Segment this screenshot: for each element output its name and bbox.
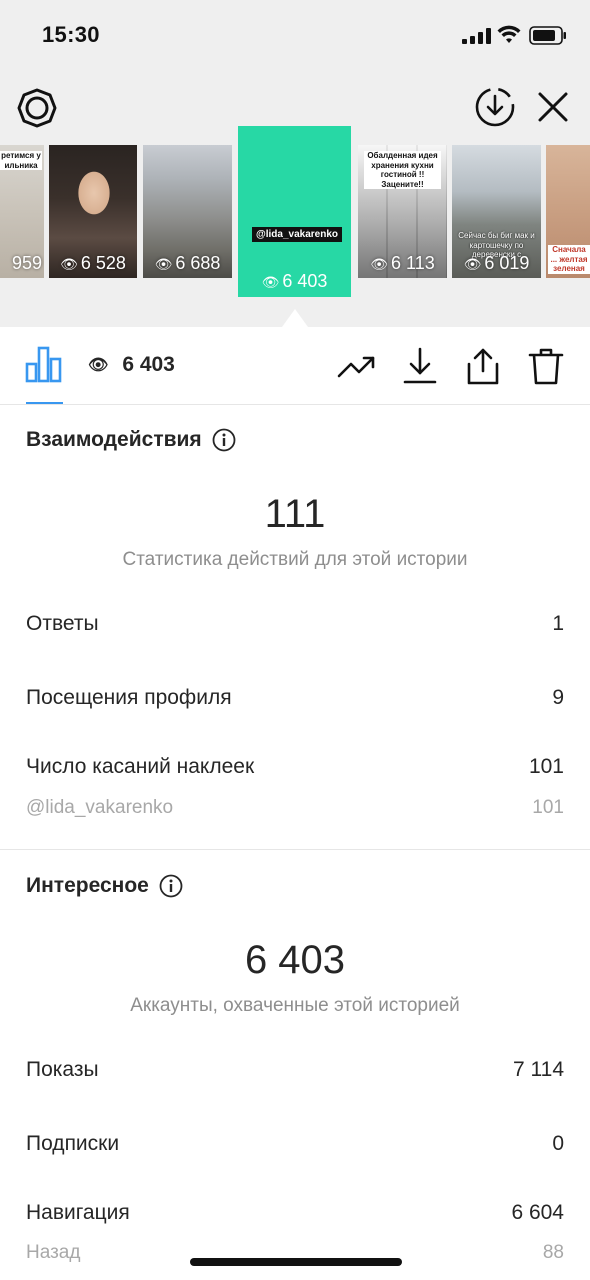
story-thumbnail[interactable]: Обалденная идея хранения кухни гостиной …: [358, 145, 447, 278]
stat-label: Число касаний наклеек: [26, 755, 255, 778]
battery-icon: [529, 26, 566, 45]
download-icon: [403, 347, 437, 384]
interactions-heading: Взаимодействия: [26, 428, 202, 451]
story-thumbnail[interactable]: Сейчас бы биг мак и картошечку по дереве…: [452, 145, 541, 278]
stat-value: 101: [532, 797, 564, 818]
info-icon[interactable]: [159, 874, 183, 898]
story-views: 6 019: [484, 253, 530, 273]
download-circle-icon: [475, 87, 515, 127]
stat-value: 6 604: [511, 1201, 564, 1224]
story-thumbnail[interactable]: Сначала ... желтая зеленая: [546, 145, 590, 278]
close-icon: [538, 92, 568, 122]
stat-row-sticker-taps: Число касаний наклеек 101: [26, 755, 564, 779]
promote-button[interactable]: [336, 345, 378, 387]
story-caption: ретимся у ильника: [0, 151, 42, 171]
views-count: 6 403: [122, 353, 175, 376]
story-views: 6 528: [80, 253, 126, 273]
bar-chart-icon: [25, 346, 62, 383]
download-button[interactable]: [399, 345, 441, 387]
insights-toolbar: 👁 6 403: [0, 327, 590, 405]
story-views: 6 688: [175, 253, 221, 273]
interactions-total: 111: [264, 492, 326, 536]
discovery-title: Интересное: [26, 874, 183, 898]
story-views: 6 403: [282, 271, 328, 291]
close-button[interactable]: [532, 86, 574, 128]
eye-icon: 👁: [370, 256, 389, 272]
section-divider: [0, 849, 590, 850]
stat-row-replies: Ответы 1: [26, 612, 564, 636]
eye-icon: 👁: [154, 256, 173, 272]
interactions-title: Взаимодействия: [26, 428, 236, 452]
stat-value: 0: [552, 1132, 564, 1155]
story-views: 6 113: [391, 253, 435, 273]
settings-icon: [17, 88, 57, 128]
story-thumbnail[interactable]: 👁 6 528: [49, 145, 137, 278]
stat-row-profile-visits: Посещения профиля 9: [26, 686, 564, 710]
stat-value: 9: [552, 686, 564, 709]
eye-icon: 👁: [463, 256, 482, 272]
wifi-icon: [497, 25, 521, 43]
stat-label: Подписки: [26, 1132, 120, 1155]
status-bar: 15:30: [0, 0, 590, 70]
trash-icon: [528, 348, 564, 385]
stat-value: 7 114: [513, 1058, 564, 1081]
discovery-heading: Интересное: [26, 874, 149, 897]
settings-button[interactable]: [15, 86, 59, 130]
stat-row-impressions: Показы 7 114: [26, 1058, 564, 1082]
eye-icon: 👁: [88, 357, 109, 374]
info-icon[interactable]: [212, 428, 236, 452]
story-thumbnail[interactable]: ретимся у ильника 959: [0, 145, 44, 278]
eye-icon: 👁: [60, 256, 78, 272]
eye-icon: 👁: [261, 274, 280, 290]
stat-row-navigation: Навигация 6 604: [26, 1201, 564, 1225]
stat-label: Назад: [26, 1242, 81, 1263]
stat-value: 101: [528, 755, 564, 778]
home-indicator[interactable]: [190, 1258, 402, 1266]
stat-row-follows: Подписки 0: [26, 1132, 564, 1156]
story-thumbnail[interactable]: 👁 6 688: [143, 145, 232, 278]
stat-label: Посещения профиля: [26, 686, 232, 709]
share-icon: [467, 348, 499, 385]
story-caption: Сначала ... желтая зеленая: [548, 245, 590, 274]
tab-insights[interactable]: [24, 344, 64, 384]
stat-subrow-mention: @lida_vakarenko 101: [26, 797, 564, 819]
share-button[interactable]: [462, 345, 504, 387]
discovery-total: 6 403: [244, 938, 346, 982]
active-story-pointer: [282, 309, 308, 327]
discovery-subtitle: Аккаунты, охваченные этой историей: [130, 995, 460, 1016]
delete-button[interactable]: [525, 345, 567, 387]
stat-label: Навигация: [26, 1201, 130, 1224]
signal-icon: [462, 28, 491, 44]
story-views: 959: [11, 253, 42, 273]
stat-label: @lida_vakarenko: [26, 797, 174, 818]
status-time: 15:30: [42, 22, 100, 47]
stat-value: 88: [542, 1242, 564, 1263]
stat-label: Ответы: [26, 612, 99, 635]
save-story-button[interactable]: [472, 84, 518, 130]
tab-underline: [26, 402, 63, 404]
story-caption: @lida_vakarenko: [252, 227, 343, 242]
story-thumbnail-active[interactable]: @lida_vakarenko 👁 6 403: [238, 126, 351, 297]
interactions-subtitle: Статистика действий для этой истории: [122, 549, 468, 570]
trending-icon: [337, 356, 375, 378]
story-caption: Обалденная идея хранения кухни гостиной …: [364, 151, 441, 190]
viewers-button[interactable]: 👁 6 403: [88, 353, 175, 377]
stat-value: 1: [552, 612, 564, 635]
stat-label: Показы: [26, 1058, 99, 1081]
